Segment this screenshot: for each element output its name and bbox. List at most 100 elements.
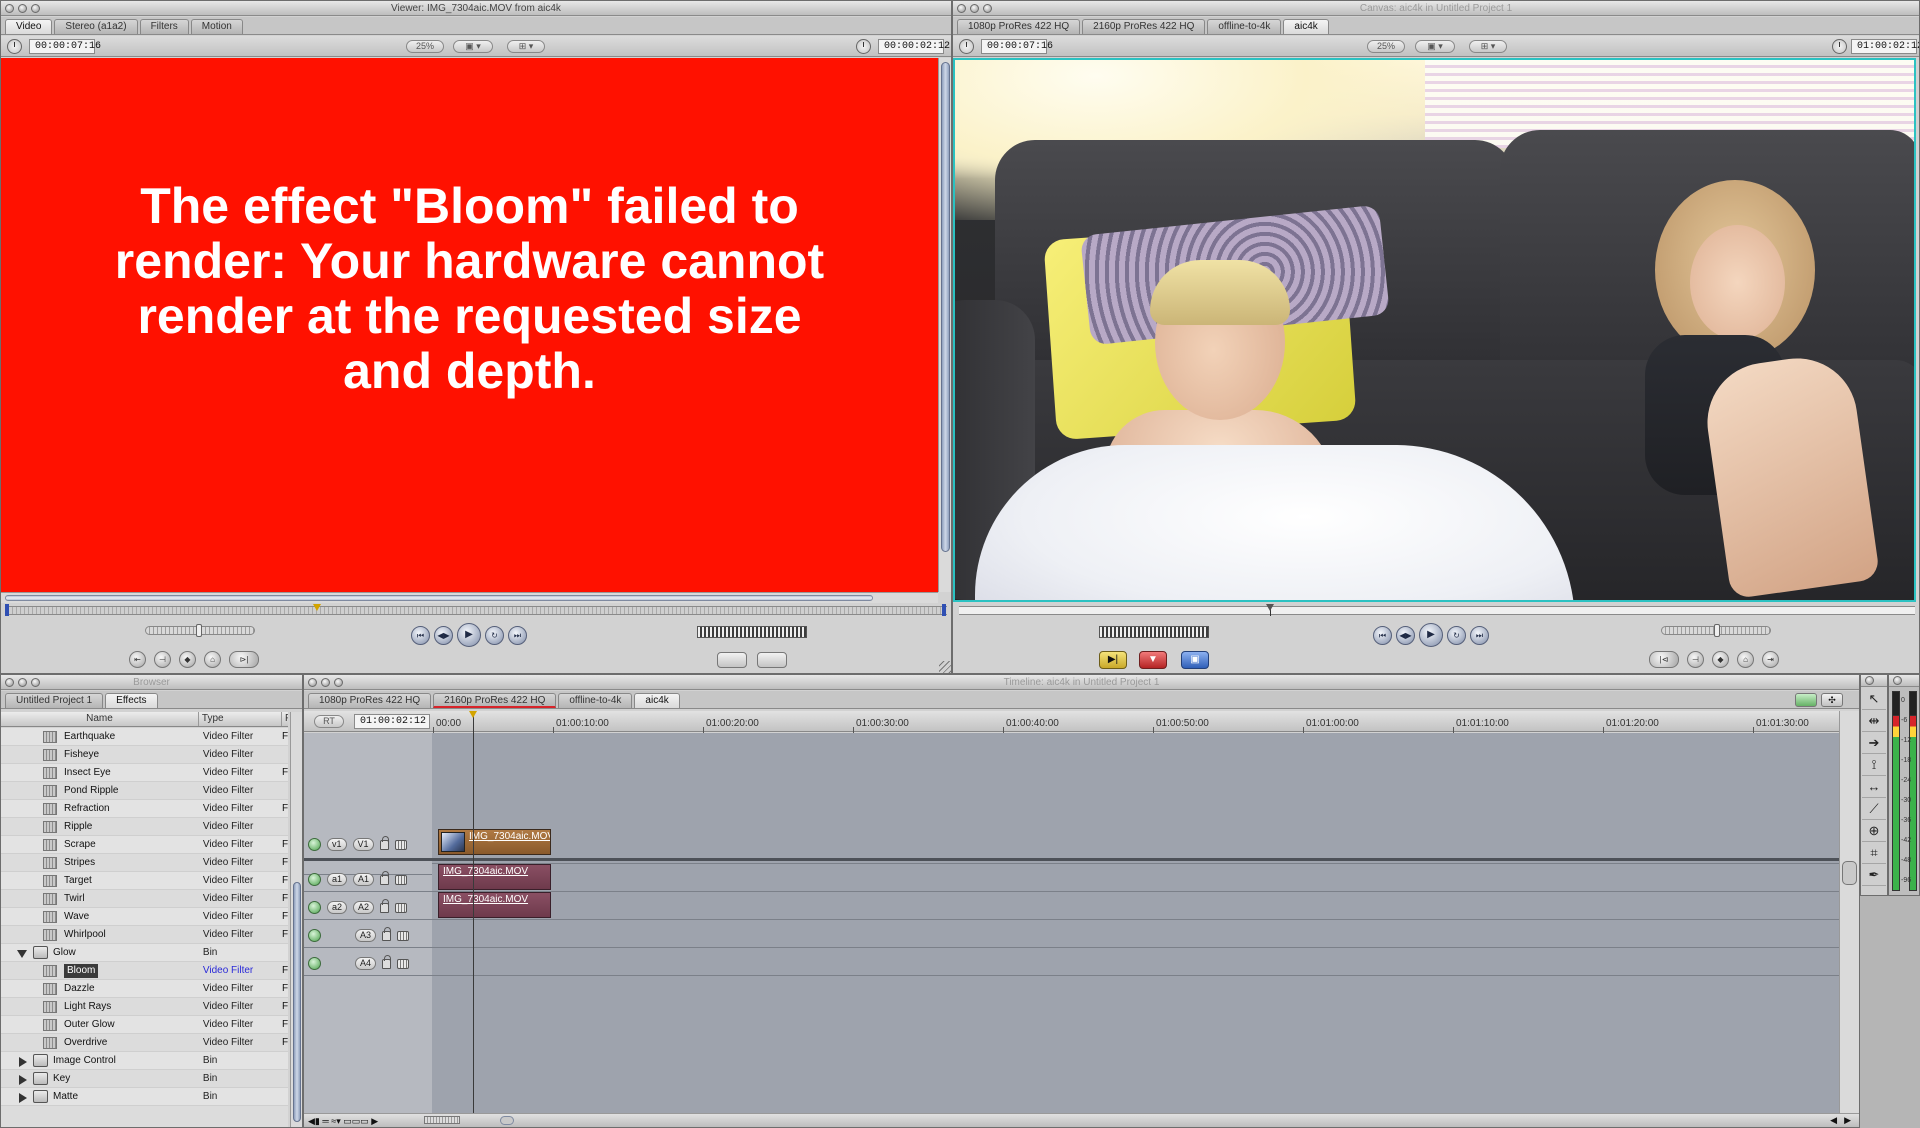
timeline-playhead[interactable] (473, 711, 474, 1113)
tab-filters[interactable]: Filters (139, 19, 189, 34)
viewer-resize-grip-icon[interactable] (939, 661, 951, 673)
selection-tool-icon[interactable]: ↖ (1862, 688, 1886, 710)
auto-select-icon[interactable] (394, 839, 407, 850)
browser-vertical-scrollbar[interactable] (290, 712, 302, 1127)
list-item[interactable]: Glow Bin (1, 944, 288, 962)
track-v1-visibility[interactable] (308, 838, 321, 851)
source-v1-patch[interactable]: v1 (327, 838, 347, 851)
list-item[interactable]: Overdrive Video Filter F (1, 1034, 288, 1052)
match-frame-button[interactable]: ⇤ (129, 651, 146, 668)
tab-sequence-offline[interactable]: offline-to-4k (558, 693, 633, 708)
canvas-current-timecode[interactable]: 01:00:02:12 (1851, 39, 1919, 54)
zoom-icon[interactable] (31, 4, 40, 13)
list-item[interactable]: Whirlpool Video Filter F (1, 926, 288, 944)
source-a1-patch[interactable]: a1 (327, 873, 348, 886)
list-item[interactable]: Insect Eye Video Filter F (1, 764, 288, 782)
minimize-icon[interactable] (970, 4, 979, 13)
column-name[interactable]: Name (1, 712, 199, 726)
tab-stereo[interactable]: Stereo (a1a2) (54, 19, 138, 34)
track-height-control[interactable]: ◀▮ ═ ≈▾ ▭▭▭ ▶ (308, 1116, 378, 1127)
browser-vscroll-thumb[interactable] (293, 882, 301, 1122)
track-a4-audible[interactable] (308, 957, 321, 970)
canvas-video-frame[interactable] (953, 58, 1916, 602)
play-in-to-out-button[interactable]: ◀▶ (1396, 625, 1415, 645)
close-icon[interactable] (308, 678, 317, 687)
lock-icon[interactable] (379, 835, 389, 850)
go-to-previous-edit-button[interactable]: ⏮ (1373, 625, 1392, 645)
list-item[interactable]: Target Video Filter F (1, 872, 288, 890)
auto-select-icon[interactable] (397, 958, 410, 969)
linking-button[interactable]: ✣ (1821, 693, 1843, 707)
overwrite-edit-button[interactable]: ▼ (1139, 651, 1167, 669)
viewer-view-popup[interactable]: ▣ ▾ (453, 40, 493, 53)
ripple-tool-icon[interactable]: ⟟ (1862, 754, 1886, 776)
snapping-button[interactable] (1795, 693, 1817, 707)
timeline-vscroll-thumb[interactable] (1842, 861, 1857, 885)
list-item[interactable]: Pond Ripple Video Filter (1, 782, 288, 800)
tab-sequence-2160p[interactable]: 2160p ProRes 422 HQ (1082, 19, 1206, 34)
dest-a3-patch[interactable]: A3 (355, 929, 377, 942)
viewer-titlebar[interactable]: Viewer: IMG_7304aic.MOV from aic4k (1, 1, 951, 16)
canvas-titlebar[interactable]: Canvas: aic4k in Untitled Project 1 (953, 1, 1919, 16)
timeline-ruler[interactable]: 00:00 01:00:10:00 01:00:20:00 01:00:30:00 01… (432, 711, 1839, 734)
canvas-jog-control[interactable] (1661, 624, 1771, 637)
close-icon[interactable] (1893, 676, 1902, 685)
pen-tool-icon[interactable]: ✒ (1862, 864, 1886, 886)
dest-a1-patch[interactable]: A1 (353, 873, 375, 886)
zoom-icon[interactable] (334, 678, 343, 687)
zoom-icon[interactable] (31, 678, 40, 687)
tab-motion[interactable]: Motion (190, 19, 243, 34)
column-type[interactable]: Type (199, 712, 283, 726)
replace-edit-button[interactable]: ▣ (1181, 651, 1209, 669)
go-to-in-button[interactable]: ⏮ (411, 625, 430, 645)
canvas-jog-knob[interactable] (1714, 624, 1720, 637)
generator-popup[interactable] (757, 652, 787, 668)
minimize-icon[interactable] (18, 4, 27, 13)
canvas-view-popup[interactable]: ▣ ▾ (1415, 40, 1455, 53)
list-item[interactable]: Ripple Video Filter (1, 818, 288, 836)
source-a2-patch[interactable]: a2 (327, 901, 348, 914)
add-keyframe-button[interactable]: ◆ (179, 651, 196, 668)
dest-a2-patch[interactable]: A2 (353, 901, 375, 914)
canvas-duration-timecode[interactable]: 00:00:07:16 (981, 39, 1053, 54)
list-item[interactable]: Fisheye Video Filter (1, 746, 288, 764)
list-item[interactable]: Twirl Video Filter F (1, 890, 288, 908)
list-item[interactable]: Light Rays Video Filter F (1, 998, 288, 1016)
insert-edit-button[interactable]: ▶| (1099, 651, 1127, 669)
viewer-duration-timecode[interactable]: 00:00:02:12 (878, 39, 950, 54)
match-frame-button[interactable]: ⇥ (1762, 651, 1779, 668)
lock-icon[interactable] (380, 870, 390, 885)
canvas-shuttle-control[interactable] (1099, 626, 1209, 638)
viewer-in-point[interactable] (5, 604, 9, 616)
list-item[interactable]: Wave Video Filter F (1, 908, 288, 926)
minimize-icon[interactable] (18, 678, 27, 687)
edit-selection-tool-icon[interactable]: ⇹ (1862, 710, 1886, 732)
dest-a4-patch[interactable]: A4 (355, 957, 377, 970)
dest-v1-patch[interactable]: V1 (352, 838, 374, 851)
tab-project[interactable]: Untitled Project 1 (5, 693, 104, 708)
timeline-hscroll-thumb[interactable] (500, 1116, 514, 1125)
viewer-current-timecode[interactable]: 00:00:07:16 (29, 39, 101, 54)
tab-sequence-2160p[interactable]: 2160p ProRes 422 HQ (433, 693, 557, 708)
auto-select-icon[interactable] (397, 930, 410, 941)
close-icon[interactable] (1865, 676, 1874, 685)
audio-clip-a1[interactable]: IMG_7304aic.MOV (438, 864, 551, 890)
timeline-playhead-marker[interactable] (469, 711, 477, 718)
viewer-out-point[interactable] (942, 604, 946, 616)
tab-sequence-offline[interactable]: offline-to-4k (1207, 19, 1282, 34)
disclosure-open-icon[interactable] (17, 950, 27, 958)
zoom-slider[interactable] (424, 1116, 460, 1124)
close-icon[interactable] (5, 4, 14, 13)
timeline-vertical-scrollbar[interactable] (1839, 711, 1859, 1113)
minimize-icon[interactable] (321, 678, 330, 687)
lock-icon[interactable] (382, 926, 392, 941)
tab-sequence-aic4k[interactable]: aic4k (1283, 19, 1329, 34)
mark-clip-button[interactable]: ⊣ (154, 651, 171, 668)
track-a3-audible[interactable] (308, 929, 321, 942)
timeline-tracks[interactable]: IMG_7304aic.MOV IMG_7304aic.MOV IMG_7304… (432, 711, 1839, 1113)
timeline-titlebar[interactable]: Timeline: aic4k in Untitled Project 1 (304, 675, 1859, 690)
mark-in-out-button[interactable]: |⊲ (1649, 651, 1679, 668)
go-to-out-button[interactable]: ⏭ (508, 625, 527, 645)
zoom-tool-icon[interactable]: ⊕ (1862, 820, 1886, 842)
add-marker-button[interactable]: ⌂ (204, 651, 221, 668)
